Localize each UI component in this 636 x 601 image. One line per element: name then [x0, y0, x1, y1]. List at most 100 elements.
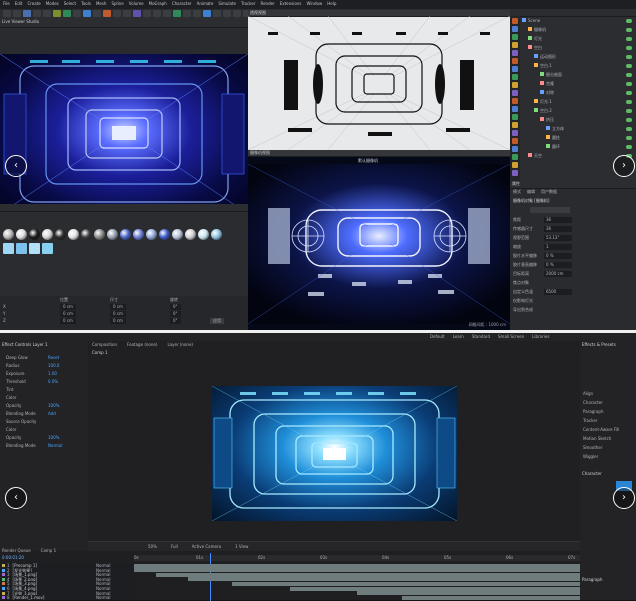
attribute-value-field[interactable]: 1 [544, 244, 572, 250]
right-panel-item[interactable]: Content-Aware Fill [583, 427, 619, 433]
layer-blend-mode[interactable]: Normal [96, 595, 110, 600]
c4d-menu-item[interactable]: Animate [197, 1, 214, 6]
c4d-menu-item[interactable]: File [3, 1, 10, 6]
c4d-tool-button[interactable] [193, 10, 201, 17]
c4d-tool-button[interactable] [233, 10, 241, 17]
object-tree-row[interactable]: 运动图形 [522, 54, 634, 60]
effect-property-value[interactable]: 100.0 [48, 363, 59, 369]
object-visibility-dots[interactable] [626, 55, 632, 59]
object-manager-tool-icon[interactable] [512, 162, 518, 168]
coord-rotation-field[interactable]: 0° [170, 304, 181, 310]
effect-property-value[interactable]: Reset [48, 355, 59, 361]
material-swatch[interactable] [94, 229, 105, 240]
effect-property-value[interactable]: 100% [48, 403, 59, 409]
object-tree-row[interactable]: Scene [522, 18, 634, 24]
c4d-tool-button[interactable] [13, 10, 21, 17]
effect-property-value[interactable]: Normal [48, 443, 62, 449]
layer-duration-bar[interactable] [187, 577, 580, 582]
object-manager-tool-icon[interactable] [512, 90, 518, 96]
right-panel-item[interactable]: Character [583, 400, 603, 406]
c4d-menu-item[interactable]: Mesh [96, 1, 107, 6]
prev-arrow-top[interactable]: ‹ [5, 155, 27, 177]
object-visibility-dots[interactable] [626, 37, 632, 41]
c4d-tool-button[interactable] [73, 10, 81, 17]
ae-workspace-item[interactable]: Learn [453, 334, 464, 339]
c4d-menu-item[interactable]: Window [306, 1, 322, 6]
material-swatch[interactable] [198, 229, 209, 240]
attribute-value-field[interactable]: 53.13° [544, 235, 572, 241]
attribute-value-field[interactable]: 2000 cm [544, 271, 572, 277]
camera-viewport[interactable]: 摄像机视图 默认摄像机 网格间距: 1000 cm [248, 150, 510, 330]
material-swatch[interactable] [81, 229, 92, 240]
object-tree-row[interactable]: 圆柱 [522, 135, 634, 141]
attributes-tab[interactable]: 模式 [513, 189, 521, 194]
object-visibility-dots[interactable] [626, 73, 632, 77]
right-panel-item[interactable]: Wiggler [583, 454, 598, 460]
attributes-tab[interactable]: 编辑 [527, 189, 535, 194]
attributes-tab[interactable]: 用户数据 [541, 189, 557, 194]
layer-duration-bar[interactable] [134, 568, 580, 573]
right-panel-item[interactable]: Tracker [583, 418, 597, 424]
coord-size-field[interactable]: 0 cm [110, 311, 126, 317]
object-visibility-dots[interactable] [626, 127, 632, 131]
material-swatch[interactable] [68, 229, 79, 240]
comp-footer-control[interactable]: 1 View [235, 544, 248, 549]
material-swatch[interactable] [16, 229, 27, 240]
object-visibility-dots[interactable] [626, 91, 632, 95]
layer-duration-bar[interactable] [232, 581, 580, 586]
layer-duration-bar[interactable] [134, 563, 580, 568]
timeline-layer-row[interactable]: 8 [Render_1.mov] Normal [0, 595, 134, 601]
comp-footer-control[interactable]: Full [171, 544, 178, 549]
object-manager-tool-icon[interactable] [512, 42, 518, 48]
comp-name-tab[interactable]: Comp 1 [92, 350, 108, 356]
timeline-timecode[interactable]: 0:00:01:20 [2, 555, 24, 561]
object-tree-row[interactable]: 立方体 [522, 126, 634, 132]
live-viewer-render[interactable] [0, 54, 248, 214]
c4d-menu-item[interactable]: Extensions [280, 1, 302, 6]
object-manager-tool-icon[interactable] [512, 50, 518, 56]
coord-position-field[interactable]: 0 cm [60, 318, 76, 324]
c4d-menu-item[interactable]: Character [172, 1, 192, 6]
next-arrow-top[interactable]: › [613, 155, 635, 177]
timeline-tab[interactable]: Render Queue [2, 548, 31, 553]
object-visibility-dots[interactable] [626, 136, 632, 140]
material-swatch[interactable] [16, 243, 27, 254]
attribute-value-field[interactable]: 0 % [544, 253, 572, 259]
object-tree-row[interactable]: 细分曲面 [522, 72, 634, 78]
object-manager-tool-icon[interactable] [512, 66, 518, 72]
material-swatch[interactable] [29, 243, 40, 254]
c4d-tool-button[interactable] [113, 10, 121, 17]
coord-apply-button[interactable]: 应用 [210, 318, 224, 324]
material-swatch[interactable] [185, 229, 196, 240]
composition-tab[interactable]: Composition [92, 342, 117, 347]
effect-property-value[interactable]: 0.0% [48, 379, 58, 385]
effect-property-value[interactable]: 1.00 [48, 371, 57, 377]
object-manager-tool-icon[interactable] [512, 58, 518, 64]
object-visibility-dots[interactable] [626, 109, 632, 113]
effect-property-value[interactable]: 100% [48, 435, 59, 441]
c4d-tool-button[interactable] [163, 10, 171, 17]
ae-workspace-item[interactable]: Default [430, 334, 445, 339]
object-visibility-dots[interactable] [626, 46, 632, 50]
object-visibility-dots[interactable] [626, 19, 632, 23]
composition-tab[interactable]: Footage (none) [127, 342, 157, 347]
material-swatch[interactable] [159, 229, 170, 240]
object-manager-tool-icon[interactable] [512, 98, 518, 104]
c4d-menu-item[interactable]: Simulate [218, 1, 236, 6]
c4d-menu-item[interactable]: Select [64, 1, 76, 6]
object-tree-row[interactable]: 灯光.1 [522, 99, 634, 105]
attribute-value-field[interactable]: 36 [544, 226, 572, 232]
c4d-menu-item[interactable]: Spline [111, 1, 123, 6]
c4d-menu-item[interactable]: Render [260, 1, 274, 6]
object-visibility-dots[interactable] [626, 145, 632, 149]
perspective-viewport[interactable]: 透视视图 [248, 10, 510, 150]
right-panel-item[interactable]: Paragraph [583, 409, 604, 415]
c4d-tool-button[interactable] [83, 10, 91, 17]
c4d-tool-button[interactable] [143, 10, 151, 17]
attribute-value-field[interactable]: 0 % [544, 262, 572, 268]
c4d-tool-button[interactable] [93, 10, 101, 17]
effect-property-value[interactable]: Add [48, 411, 56, 417]
material-swatch[interactable] [42, 243, 53, 254]
object-tree-row[interactable]: 空白.1 [522, 63, 634, 69]
right-panel-item[interactable]: Motion Sketch [583, 436, 611, 442]
